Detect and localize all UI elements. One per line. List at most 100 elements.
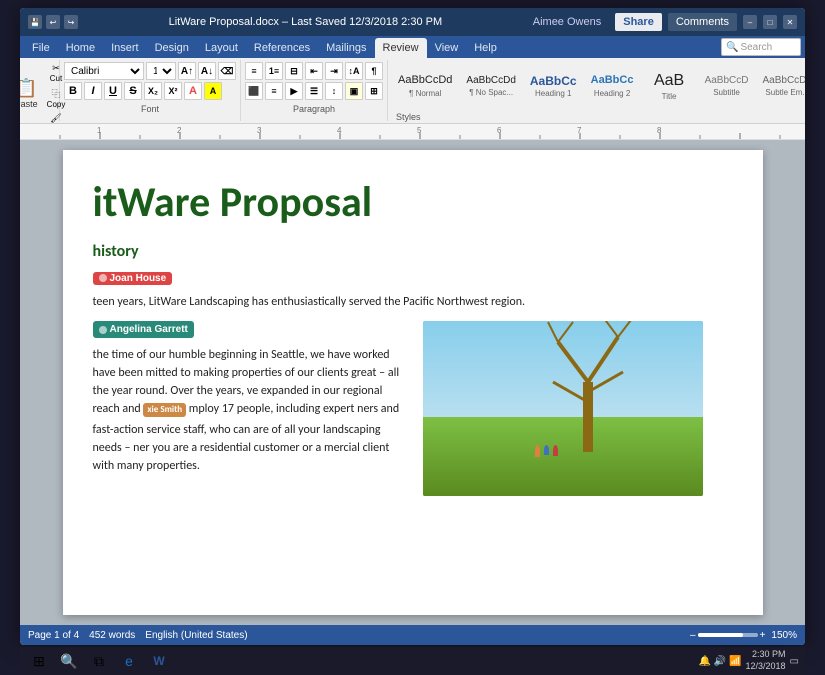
style-subtle-em-label: Subtle Em... <box>765 88 805 97</box>
style-normal-preview: AaBbCcDd <box>398 74 452 87</box>
shading-button[interactable]: ▣ <box>345 82 363 100</box>
underline-button[interactable]: U <box>104 82 122 100</box>
tab-help[interactable]: Help <box>466 38 505 58</box>
zoom-out-icon[interactable]: – <box>690 630 696 641</box>
title-bar-left-icons[interactable]: 💾 ↩ ↪ <box>28 15 78 29</box>
style-normal[interactable]: AaBbCcDd ¶ Normal <box>392 62 458 110</box>
paste-button[interactable]: 📋 Paste <box>20 68 42 120</box>
decrease-indent-button[interactable]: ⇤ <box>305 62 323 80</box>
ribbon-search-area: 🔍 Search <box>721 38 801 58</box>
tab-review[interactable]: Review <box>375 38 427 58</box>
annotation-dot-1 <box>99 274 107 282</box>
document-heading: history <box>93 242 703 261</box>
svg-text:1: 1 <box>97 126 102 135</box>
style-heading1-preview: AaBbCc <box>530 74 577 88</box>
zoom-in-icon[interactable]: + <box>760 630 766 641</box>
annotation-angelina[interactable]: Angelina Garrett <box>93 321 194 338</box>
annotation1-label: Joan House <box>110 273 167 284</box>
maximize-button[interactable]: □ <box>763 15 777 29</box>
bullets-button[interactable]: ≡ <box>245 62 263 80</box>
taskbar-cortana-button[interactable]: 🔍 <box>56 650 82 672</box>
clipboard-group: 📋 Paste ✂Cut ⿻Copy 🖌 Clipboard <box>20 60 60 121</box>
increase-indent-button[interactable]: ⇥ <box>325 62 343 80</box>
document-body-columns: Angelina Garrett the time of our humble … <box>93 321 703 496</box>
multilevel-button[interactable]: ⊟ <box>285 62 303 80</box>
ribbon-toolbar: 📋 Paste ✂Cut ⿻Copy 🖌 Clipboard Calibri 1… <box>20 58 805 124</box>
taskbar-icons: 🔔 🔊 📶 <box>699 656 742 667</box>
tab-insert[interactable]: Insert <box>103 38 147 58</box>
taskbar-ie-button[interactable]: e <box>116 650 142 672</box>
align-center-button[interactable]: ≡ <box>265 82 283 100</box>
taskbar-start-button[interactable]: ⊞ <box>26 650 52 672</box>
font-size-selector[interactable]: 12 <box>146 62 176 80</box>
ruler-svg: 1 2 3 4 5 6 7 8 <box>20 124 805 139</box>
tab-view[interactable]: View <box>427 38 467 58</box>
zoom-slider[interactable] <box>698 633 758 637</box>
tab-mailings[interactable]: Mailings <box>318 38 374 58</box>
tab-file[interactable]: File <box>24 38 58 58</box>
grow-font-button[interactable]: A↑ <box>178 62 196 80</box>
search-box[interactable]: 🔍 Search <box>721 38 801 56</box>
style-no-spacing[interactable]: AaBbCcDd ¶ No Spac... <box>460 62 521 110</box>
taskbar-show-desktop[interactable]: ▭ <box>790 656 799 667</box>
cut-icon: ✂ <box>52 63 60 74</box>
show-hide-button[interactable]: ¶ <box>365 62 383 80</box>
text-color-button[interactable]: A <box>184 82 202 100</box>
style-title[interactable]: AaB Title <box>642 62 697 110</box>
document-title: LitWare Proposal.docx – Last Saved 12/3/… <box>78 16 533 28</box>
style-subtle-em-preview: AaBbCcDd <box>762 75 805 87</box>
styles-group-label: Styles <box>396 112 421 122</box>
close-button[interactable]: ✕ <box>783 15 797 29</box>
borders-button[interactable]: ⊞ <box>365 82 383 100</box>
sort-button[interactable]: ↕A <box>345 62 363 80</box>
subscript-button[interactable]: X₂ <box>144 82 162 100</box>
minimize-button[interactable]: – <box>743 15 757 29</box>
taskbar-task-view-button[interactable]: ⧉ <box>86 650 112 672</box>
svg-text:6: 6 <box>497 126 502 135</box>
zoom-control[interactable]: – + 150% <box>690 630 797 641</box>
align-left-button[interactable]: ⬛ <box>245 82 263 100</box>
tree-svg <box>543 321 633 452</box>
taskbar-time: 2:30 PM <box>746 649 786 661</box>
paragraph-1: teen years, LitWare Landscaping has enth… <box>93 293 703 311</box>
redo-icon[interactable]: ↪ <box>64 15 78 29</box>
copy-button[interactable]: ⿻Copy <box>44 86 69 110</box>
svg-text:7: 7 <box>577 126 582 135</box>
ruler: 1 2 3 4 5 6 7 8 <box>20 124 805 140</box>
quick-save-icon[interactable]: 💾 <box>28 15 42 29</box>
taskbar: ⊞ 🔍 ⧉ e W 🔔 🔊 📶 2:30 PM 12/3/2018 ▭ <box>20 647 805 675</box>
tab-home[interactable]: Home <box>58 38 103 58</box>
styles-row: AaBbCcDd ¶ Normal AaBbCcDd ¶ No Spac... … <box>392 62 805 110</box>
clear-format-button[interactable]: ⌫ <box>218 62 236 80</box>
font-family-selector[interactable]: Calibri <box>64 62 144 80</box>
zoom-level: 150% <box>771 630 797 641</box>
taskbar-word-button[interactable]: W <box>146 650 172 672</box>
annotation-joan-house[interactable]: Joan House <box>93 272 173 285</box>
screen: 💾 ↩ ↪ LitWare Proposal.docx – Last Saved… <box>20 8 805 645</box>
numbering-button[interactable]: 1≡ <box>265 62 283 80</box>
tab-design[interactable]: Design <box>147 38 197 58</box>
shrink-font-button[interactable]: A↓ <box>198 62 216 80</box>
italic-button[interactable]: I <box>84 82 102 100</box>
cut-button[interactable]: ✂Cut <box>44 62 69 84</box>
highlight-color-button[interactable]: A <box>204 82 222 100</box>
comments-button[interactable]: Comments <box>668 13 737 31</box>
tab-layout[interactable]: Layout <box>197 38 246 58</box>
style-heading2[interactable]: AaBbCc Heading 2 <box>585 62 640 110</box>
paragraph-group-label: Paragraph <box>245 104 383 114</box>
taskbar-clock[interactable]: 2:30 PM 12/3/2018 <box>746 649 786 672</box>
line-spacing-button[interactable]: ↕ <box>325 82 343 100</box>
document-page: itWare Proposal history Joan House teen … <box>63 150 763 615</box>
undo-icon[interactable]: ↩ <box>46 15 60 29</box>
share-button[interactable]: Share <box>615 13 662 31</box>
justify-button[interactable]: ☰ <box>305 82 323 100</box>
align-right-button[interactable]: ▶ <box>285 82 303 100</box>
style-subtitle[interactable]: AaBbCcD Subtitle <box>699 62 755 110</box>
style-subtle-em[interactable]: AaBbCcDd Subtle Em... <box>756 62 805 110</box>
strikethrough-button[interactable]: S <box>124 82 142 100</box>
annotation-xie-smith[interactable]: xie Smith <box>143 403 186 417</box>
style-heading1[interactable]: AaBbCc Heading 1 <box>524 62 583 110</box>
tab-references[interactable]: References <box>246 38 318 58</box>
svg-text:4: 4 <box>337 126 342 135</box>
superscript-button[interactable]: X² <box>164 82 182 100</box>
